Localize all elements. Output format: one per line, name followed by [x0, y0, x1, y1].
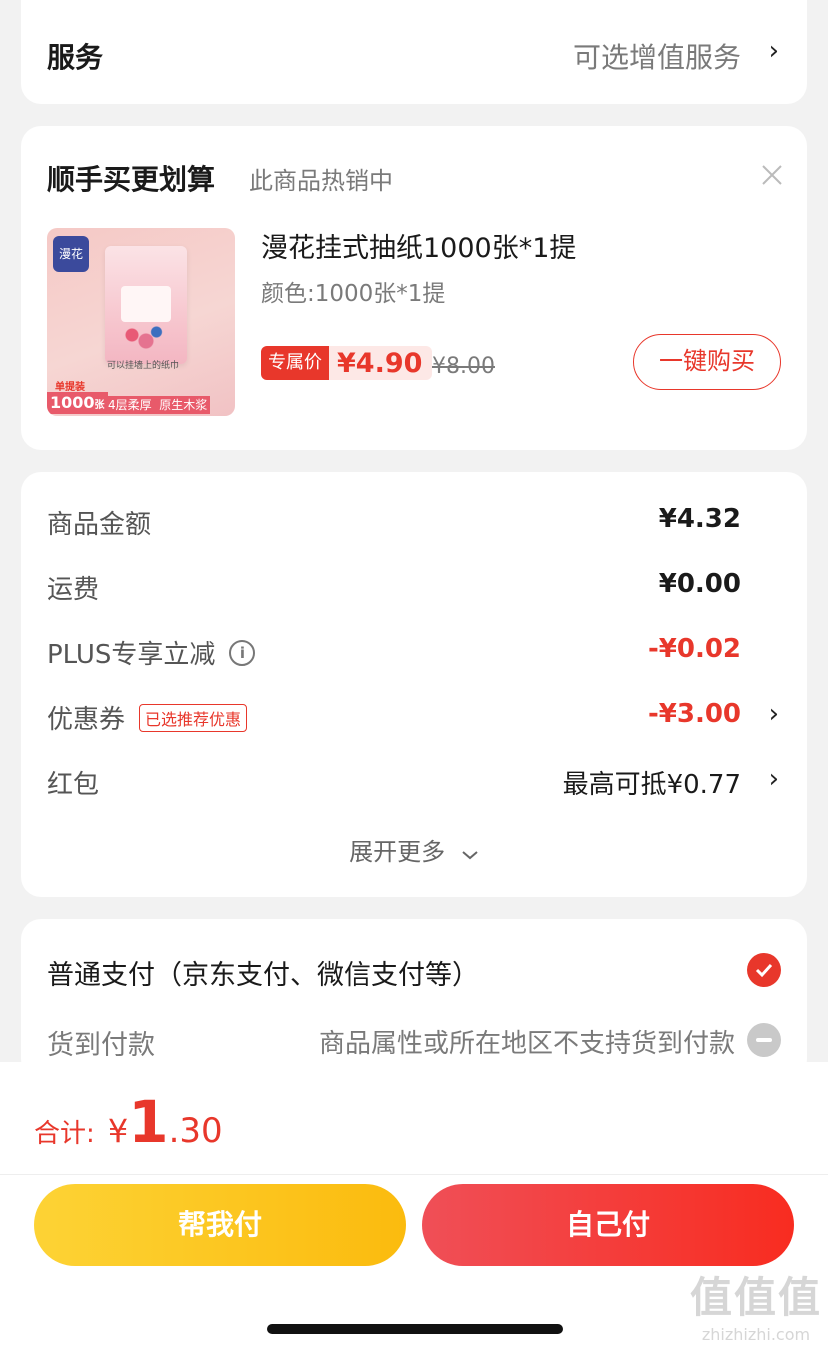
product-count: 1000张 [47, 392, 108, 414]
exclusive-badge: 专属价 [261, 346, 329, 380]
red-packet-row[interactable]: 红包 最高可抵¥0.77 › [47, 764, 781, 804]
disabled-minus-icon [747, 1023, 781, 1057]
goods-amount-label: 商品金额 [47, 510, 152, 540]
total-label: 合计: [34, 1119, 95, 1149]
service-value: 可选增值服务 [572, 41, 741, 74]
product-image[interactable]: 漫花 可以挂墙上的纸巾 单提装 1000张 4层柔厚 原生木浆 [47, 228, 235, 416]
chevron-right-icon: › [768, 699, 779, 729]
checkout-bar: 合计: ¥1.30 帮我付 自己付 值值值 zhizhizhi.com [0, 1062, 828, 1352]
total-price: 合计: ¥1.30 [34, 1088, 223, 1156]
expand-more-label: 展开更多 [349, 838, 446, 866]
coupon-label: 优惠券 已选推荐优惠 [47, 699, 248, 736]
brand-logo: 漫花 [53, 236, 89, 272]
coupon-row[interactable]: 优惠券 已选推荐优惠 -¥3.00 › [47, 699, 781, 739]
original-price: ¥8.00 [432, 354, 495, 379]
goods-amount-row: 商品金额 ¥4.32 [47, 504, 781, 544]
chevron-right-icon: › [768, 764, 779, 794]
total-decimal: .30 [168, 1111, 223, 1151]
total-currency: ¥ [107, 1112, 129, 1150]
red-packet-value: 最高可抵¥0.77 [562, 770, 741, 800]
home-indicator[interactable] [267, 1324, 563, 1334]
product-name[interactable]: 漫花挂式抽纸1000张*1提 [261, 226, 576, 265]
exclusive-price: ¥4.90 [337, 347, 423, 379]
cod-label: 货到付款 [47, 1030, 155, 1061]
payment-method-card: 普通支付（京东支付、微信支付等） 货到付款 商品属性或所在地区不支持货到付款 [21, 919, 807, 1079]
info-icon[interactable]: i [229, 639, 256, 666]
plus-discount-row: PLUS专享立减 i -¥0.02 [47, 634, 781, 674]
self-pay-button[interactable]: 自己付 [422, 1184, 794, 1266]
plus-discount-value: -¥0.02 [647, 634, 741, 664]
chevron-right-icon: › [768, 36, 779, 66]
service-card[interactable]: 服务 可选增值服务 › [21, 0, 807, 104]
service-title: 服务 [47, 41, 104, 74]
coupon-badge: 已选推荐优惠 [139, 703, 248, 732]
product-hang-text: 可以挂墙上的纸巾 [107, 361, 180, 371]
upsell-title: 顺手买更划算 [47, 163, 216, 196]
total-integer: 1 [128, 1088, 169, 1156]
coupon-value: -¥3.00 [647, 699, 741, 729]
close-icon[interactable] [761, 164, 783, 190]
red-packet-label: 红包 [47, 770, 100, 800]
upsell-subtitle: 此商品热销中 [249, 167, 393, 195]
exclusive-price-tag: 专属价 ¥4.90 [261, 346, 433, 380]
expand-more-button[interactable]: 展开更多 [21, 832, 807, 867]
product-count-top: 单提装 [55, 382, 85, 393]
upsell-card: 顺手买更划算 此商品热销中 漫花 可以挂墙上的纸巾 单提装 1000张 4层柔厚… [21, 126, 807, 450]
normal-payment-label[interactable]: 普通支付（京东支付、微信支付等） [47, 953, 479, 992]
cod-note: 商品属性或所在地区不支持货到付款 [318, 1029, 735, 1059]
product-variant: 颜色:1000张*1提 [261, 281, 446, 307]
product-features: 4层柔厚 原生木浆 [105, 396, 211, 414]
one-click-buy-button[interactable]: 一键购买 [633, 334, 781, 390]
goods-amount-value: ¥4.32 [658, 504, 741, 534]
watermark-site: zhizhizhi.com [701, 1325, 811, 1344]
help-pay-button[interactable]: 帮我付 [34, 1184, 406, 1266]
shipping-value: ¥0.00 [658, 569, 741, 599]
chevron-down-icon [461, 839, 479, 867]
product-package [105, 246, 187, 364]
shipping-row: 运费 ¥0.00 [47, 569, 781, 609]
shipping-label: 运费 [47, 575, 100, 605]
divider [0, 1174, 828, 1175]
checkmark-icon[interactable] [747, 953, 781, 987]
watermark: 值值值 zhizhizhi.com [690, 1264, 822, 1344]
watermark-logo: 值值值 [689, 1273, 822, 1322]
order-summary-card: 商品金额 ¥4.32 运费 ¥0.00 PLUS专享立减 i -¥0.02 优惠券… [21, 472, 807, 897]
plus-discount-label: PLUS专享立减 i [47, 634, 256, 671]
